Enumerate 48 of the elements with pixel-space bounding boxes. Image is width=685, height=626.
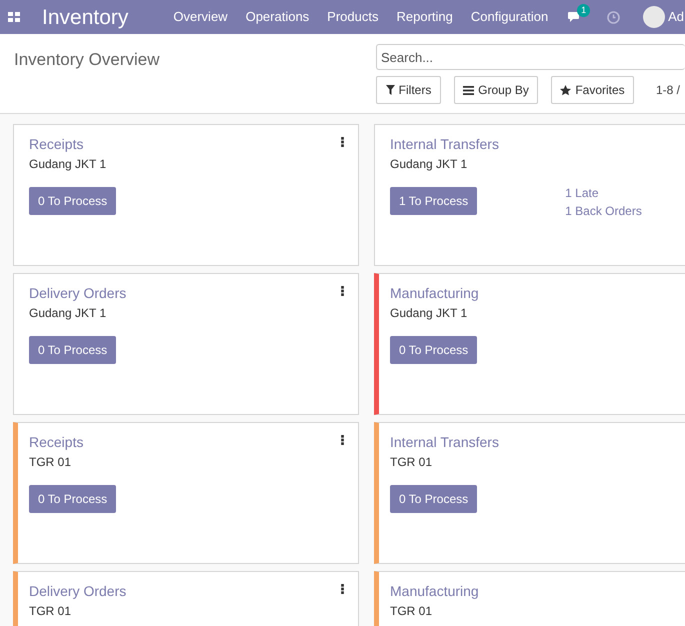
user-name[interactable]: Ad — [668, 7, 684, 27]
warehouse-name: Gudang JKT 1 — [390, 156, 468, 173]
message-count-badge: 1 — [577, 4, 590, 17]
filters-button[interactable]: Filters — [376, 76, 441, 104]
menu-item[interactable]: Configuration — [470, 7, 548, 27]
favorites-button[interactable]: Favorites — [551, 76, 634, 104]
filter-icon — [386, 85, 395, 95]
card-title[interactable]: Receipts — [29, 135, 358, 153]
to-process-button[interactable]: 0 To Process — [29, 336, 116, 364]
card-title[interactable]: Delivery Orders — [29, 284, 358, 302]
star-icon — [560, 84, 572, 96]
to-process-button[interactable]: 0 To Process — [29, 485, 116, 513]
card-title[interactable]: Receipts — [29, 433, 358, 451]
avatar[interactable] — [643, 6, 666, 28]
warehouse-name: TGR 01 — [390, 603, 434, 620]
menu-item[interactable]: Operations — [246, 7, 310, 27]
kebab-menu-icon[interactable] — [341, 286, 344, 296]
card-title[interactable]: Internal Transfers — [390, 135, 685, 153]
group-by-button[interactable]: Group By — [454, 76, 538, 104]
pager: 1-8 / — [656, 82, 680, 99]
card-title[interactable]: Internal Transfers — [390, 433, 685, 451]
card-title[interactable]: Manufacturing — [390, 284, 685, 302]
warehouse-name: Gudang JKT 1 — [29, 156, 108, 173]
card-title[interactable]: Manufacturing — [390, 582, 685, 600]
apps-icon[interactable] — [8, 12, 20, 22]
menu-item[interactable]: Overview — [173, 7, 228, 27]
app-name[interactable]: Inventory — [42, 6, 128, 28]
warehouse-name: Gudang JKT 1 — [29, 305, 108, 322]
warehouse-name: TGR 01 — [29, 603, 72, 620]
list-icon — [463, 86, 474, 94]
kebab-menu-icon[interactable] — [341, 137, 344, 147]
card-link[interactable]: 1 Late — [565, 186, 642, 201]
to-process-button[interactable]: 1 To Process — [390, 187, 478, 215]
to-process-button[interactable]: 0 To Process — [29, 187, 116, 215]
kebab-menu-icon[interactable] — [341, 584, 344, 594]
warehouse-name: Gudang JKT 1 — [390, 305, 468, 322]
search-field[interactable]: Search... — [376, 44, 685, 70]
page-title: Inventory Overview — [14, 49, 160, 71]
warehouse-name: TGR 01 — [29, 454, 72, 471]
kebab-menu-icon[interactable] — [341, 435, 344, 445]
warehouse-name: TGR 01 — [390, 454, 434, 471]
card-title[interactable]: Delivery Orders — [29, 582, 358, 600]
chat-icon[interactable] — [568, 11, 582, 23]
card-link[interactable]: 1 Back Orders — [565, 204, 642, 219]
menu-item[interactable]: Products — [327, 7, 378, 27]
to-process-button[interactable]: 0 To Process — [390, 485, 478, 513]
menu-item[interactable]: Reporting — [396, 7, 453, 27]
to-process-button[interactable]: 0 To Process — [390, 336, 478, 364]
